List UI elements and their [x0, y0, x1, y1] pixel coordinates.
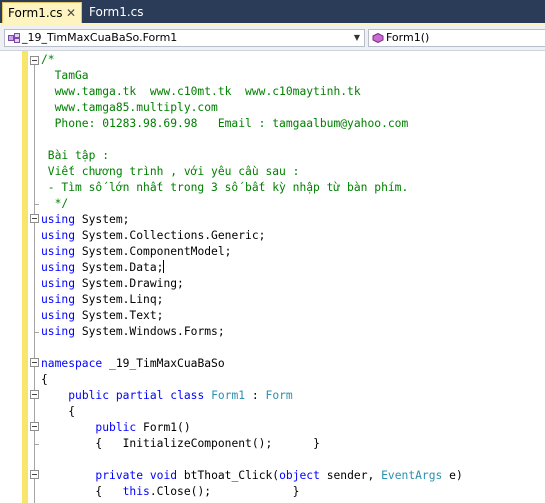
collapse-icon[interactable] — [30, 214, 39, 223]
code-line: using System.Collections.Generic; — [41, 229, 266, 242]
keyword: using — [41, 309, 76, 322]
keyword: using — [41, 245, 76, 258]
member-dropdown-value: Form1() — [386, 31, 430, 44]
code-line: using System.ComponentModel; — [41, 245, 232, 258]
navigation-bar: _19_TimMaxCuaBaSo.Form1 ▼ Form1() — [0, 25, 545, 51]
keyword: partial — [115, 389, 164, 402]
tab-close-icon[interactable]: ✕ — [66, 3, 76, 24]
namespace-name: _19_TimMaxCuaBaSo — [109, 357, 225, 370]
code-line: /* — [41, 53, 55, 66]
using-namespace: System.Drawing — [81, 277, 178, 290]
code-line: { this.Close(); } — [41, 485, 300, 498]
keyword: namespace — [41, 357, 103, 370]
parameter-text: sender, — [319, 469, 382, 482]
keyword: using — [41, 213, 76, 226]
code-line: Viết chương trình , với yêu cầu sau : — [41, 165, 300, 178]
outline-end — [35, 332, 39, 333]
using-namespace: System.Text — [81, 309, 157, 322]
method-icon — [372, 33, 384, 43]
code-editor[interactable]: /* TamGa www.tamga.tk www.c10mt.tk www.c… — [0, 51, 545, 503]
code-line: public Form1() — [41, 420, 191, 436]
code-line: www.tamga85.multiply.com — [41, 101, 218, 114]
keyword: using — [41, 325, 76, 338]
code-line: using System.Text; — [41, 309, 164, 322]
parameter-text: e) — [442, 469, 463, 482]
class-dropdown[interactable]: _19_TimMaxCuaBaSo.Form1 ▼ — [4, 29, 365, 47]
code-line: using System.Windows.Forms; — [41, 325, 225, 338]
change-marker-bar — [22, 51, 28, 503]
collapse-icon[interactable] — [30, 56, 39, 65]
code-line: TamGa — [41, 69, 89, 82]
keyword: object — [279, 469, 320, 482]
keyword: using — [41, 261, 76, 274]
code-line: public partial class Form1 : Form — [68, 389, 293, 402]
keyword: class — [170, 389, 205, 402]
base-class-name: Form — [265, 389, 293, 402]
code-line: */ — [41, 197, 69, 210]
class-icon — [8, 33, 20, 43]
using-namespace: System.ComponentModel — [81, 245, 225, 258]
collapse-icon[interactable] — [30, 358, 39, 367]
using-namespace: System.Collections.Generic — [81, 229, 259, 242]
keyword: public — [95, 421, 137, 434]
keyword: private — [95, 469, 144, 482]
tab-form1-design[interactable]: Form1.cs [Design] — [83, 2, 193, 40]
keyword: void — [149, 469, 178, 482]
code-line: { — [41, 405, 76, 418]
code-line: Phone: 01283.98.69.98 Email : tamgaalbum… — [41, 117, 409, 130]
collapse-icon[interactable] — [30, 390, 39, 399]
method-call: .Close(); — [149, 485, 212, 498]
tab-label: Form1.cs — [8, 6, 63, 20]
using-namespace: System — [81, 213, 123, 226]
member-dropdown[interactable]: Form1() — [368, 29, 545, 47]
class-name: Form1 — [211, 389, 246, 402]
method-name: btThoat_Click( — [183, 469, 280, 482]
code-line: - Tìm số lớn nhất trong 3 số bất kỳ nhập… — [41, 181, 409, 194]
outline-end — [35, 444, 39, 445]
code-line: www.tamga.tk www.c10mt.tk www.c10maytinh… — [41, 85, 361, 98]
keyword: using — [41, 277, 76, 290]
outline-end — [35, 204, 39, 205]
text-caret — [163, 260, 165, 273]
code-line: using System; — [41, 213, 130, 226]
using-namespace: System.Windows.Forms — [81, 325, 218, 338]
parameter-type: EventArgs — [381, 469, 443, 482]
keyword: public — [68, 389, 110, 402]
constructor-body: InitializeComponent(); — [122, 437, 273, 450]
code-line: { InitializeComponent(); } — [41, 437, 320, 450]
code-line: Bài tập : — [41, 149, 110, 162]
constructor-name: Form1() — [143, 421, 191, 434]
code-line: using System.Drawing; — [41, 277, 184, 290]
keyword: using — [41, 229, 76, 242]
keyword: using — [41, 293, 76, 306]
class-dropdown-value: _19_TimMaxCuaBaSo.Form1 — [22, 31, 178, 44]
code-line: { — [41, 373, 48, 386]
code-line: namespace _19_TimMaxCuaBaSo — [41, 356, 225, 372]
using-namespace: System.Data — [81, 261, 157, 274]
collapse-icon[interactable] — [30, 422, 39, 431]
code-line: private void btThoat_Click(object sender… — [41, 468, 463, 484]
dropdown-arrow-icon[interactable]: ▼ — [354, 30, 360, 46]
code-line: using System.Data; — [41, 260, 165, 274]
tab-form1-cs[interactable]: Form1.cs ✕ — [2, 2, 82, 23]
document-tab-bar: Form1.cs ✕ Form1.cs [Design] — [0, 0, 545, 40]
collapse-icon[interactable] — [30, 470, 39, 479]
outline-guide — [34, 56, 35, 503]
keyword: this — [122, 485, 150, 498]
code-line: using System.Linq; — [41, 293, 164, 306]
using-namespace: System.Linq — [81, 293, 157, 306]
